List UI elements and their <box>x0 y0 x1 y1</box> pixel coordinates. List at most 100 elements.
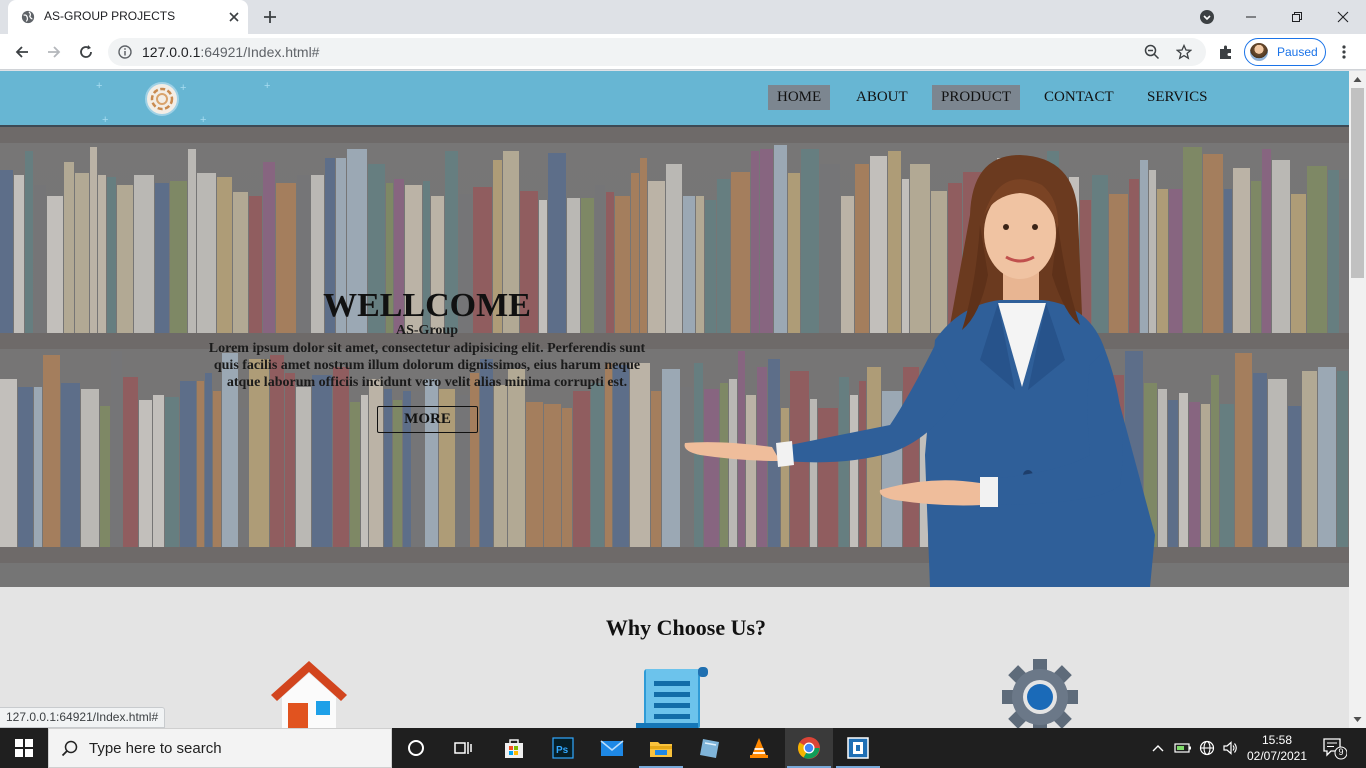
sparkle-icon: + <box>264 80 271 92</box>
status-url-bubble: 127.0.0.1:64921/Index.html# <box>0 707 166 728</box>
battery-icon <box>1174 743 1191 753</box>
info-icon[interactable] <box>118 45 132 59</box>
more-button[interactable]: MORE <box>377 406 478 433</box>
new-tab-icon[interactable] <box>261 8 279 26</box>
reload-button[interactable] <box>76 42 96 62</box>
start-button[interactable] <box>0 728 48 768</box>
scroll-up-icon[interactable] <box>1353 75 1362 84</box>
chrome-icon <box>798 737 820 759</box>
photoshop-app[interactable]: Ps <box>539 728 587 768</box>
clock-date: 02/07/2021 <box>1246 749 1308 763</box>
hero-description: Lorem ipsum dolor sit amet, consectetur … <box>208 341 646 390</box>
chrome-app[interactable] <box>785 728 833 768</box>
system-clock[interactable]: 15:58 02/07/2021 <box>1244 732 1310 764</box>
globe-network-icon <box>1199 740 1215 756</box>
url-host: 127.0.0.1 <box>142 44 201 60</box>
mail-app[interactable] <box>588 728 636 768</box>
back-button[interactable] <box>12 42 32 62</box>
cortana-button[interactable] <box>392 728 440 768</box>
logo-area: + + + + + <box>92 79 270 126</box>
store-icon <box>505 739 523 758</box>
windows-logo-icon <box>15 739 33 757</box>
scroll-down-icon[interactable] <box>1353 715 1362 724</box>
arrow-left-icon <box>15 46 28 58</box>
nav-product[interactable]: PRODUCT <box>932 85 1021 110</box>
sparkle-icon: + <box>96 80 103 92</box>
zoom-icon[interactable] <box>1144 44 1160 60</box>
sparkle-icon: + <box>180 82 187 94</box>
clock-time: 15:58 <box>1261 733 1293 747</box>
forward-button[interactable] <box>44 42 64 62</box>
site-navbar: + + + + + HOME ABOUT PRODUCT CONTACT SER… <box>0 71 1349 127</box>
restore-button[interactable] <box>1274 0 1320 34</box>
bookmark-star-icon[interactable] <box>1176 44 1192 60</box>
nav-about[interactable]: ABOUT <box>847 85 917 110</box>
globe-icon <box>21 10 35 24</box>
logo-emblem-icon <box>150 87 174 111</box>
nav-home[interactable]: HOME <box>768 85 831 110</box>
file-explorer-app[interactable] <box>637 728 685 768</box>
close-window-button[interactable] <box>1320 0 1366 34</box>
notification-count: 9 <box>1338 747 1344 757</box>
nav-services[interactable]: SERVICS <box>1138 85 1216 110</box>
menu-button[interactable] <box>1334 42 1354 62</box>
close-icon <box>1337 11 1349 23</box>
hero-subtitle: AS-Group <box>396 323 458 338</box>
notifications-button[interactable]: 9 <box>1318 728 1350 768</box>
browser-toolbar: 127.0.0.1:64921/Index.html# Paused <box>0 34 1366 70</box>
puzzle-icon <box>1220 45 1231 59</box>
url-text[interactable]: 127.0.0.1:64921/Index.html# <box>142 44 319 60</box>
sparkle-icon: + <box>200 114 207 126</box>
profile-paused-button[interactable]: Paused <box>1244 38 1326 66</box>
vlc-app[interactable] <box>735 728 783 768</box>
show-hidden-icons-button[interactable] <box>1148 728 1168 768</box>
speaker-icon <box>1223 741 1237 755</box>
page-viewport: + + + + + HOME ABOUT PRODUCT CONTACT SER… <box>0 71 1349 728</box>
why-choose-us-heading: Why Choose Us? <box>605 615 767 640</box>
sparkle-icon: + <box>102 114 109 126</box>
restore-icon <box>1292 12 1302 22</box>
volume-tray[interactable] <box>1219 728 1241 768</box>
arrow-right-icon <box>48 46 61 58</box>
nav-contact[interactable]: CONTACT <box>1035 85 1123 110</box>
taskbar-search-box[interactable]: Type here to search <box>48 728 392 768</box>
photoshop-icon: Ps <box>552 737 574 759</box>
cortana-icon <box>408 740 424 756</box>
gear-icon <box>1002 659 1078 728</box>
document-scroll-icon <box>636 667 708 728</box>
notes-app[interactable] <box>686 728 734 768</box>
hero-title: WELLCOME <box>323 287 531 324</box>
tab-title: AS-GROUP PROJECTS <box>44 9 176 23</box>
vlc-icon <box>750 738 768 758</box>
snip-tool-app[interactable] <box>834 728 882 768</box>
task-view-icon <box>454 742 472 754</box>
notes-icon <box>700 739 719 758</box>
house-icon <box>271 661 347 728</box>
chevron-up-icon <box>1152 745 1164 752</box>
mail-icon <box>600 740 624 756</box>
svg-text:Ps: Ps <box>556 745 569 756</box>
browser-tab[interactable]: AS-GROUP PROJECTS <box>8 0 248 34</box>
tab-strip: AS-GROUP PROJECTS <box>0 0 1366 34</box>
battery-tray[interactable] <box>1172 728 1194 768</box>
page-scrollbar[interactable] <box>1349 71 1366 728</box>
site-logo[interactable] <box>145 82 179 116</box>
more-vertical-icon <box>1342 45 1346 59</box>
network-tray[interactable] <box>1196 728 1218 768</box>
profile-status: Paused <box>1277 45 1318 59</box>
search-placeholder: Type here to search <box>89 740 222 757</box>
minimize-button[interactable] <box>1228 0 1274 34</box>
reload-icon <box>80 45 92 58</box>
hero-banner: WELLCOME AS-Group Lorem ipsum dolor sit … <box>0 127 1349 587</box>
task-view-button[interactable] <box>440 728 488 768</box>
businesswoman-image <box>684 155 1155 587</box>
snip-tool-icon <box>847 737 869 759</box>
minimize-icon <box>1246 16 1256 18</box>
address-bar[interactable]: 127.0.0.1:64921/Index.html# <box>108 38 1206 66</box>
scroll-thumb[interactable] <box>1351 88 1364 278</box>
close-tab-icon[interactable] <box>226 9 242 25</box>
extensions-button[interactable] <box>1216 42 1236 62</box>
search-icon <box>61 740 78 757</box>
tab-search-icon[interactable] <box>1199 9 1215 25</box>
store-app[interactable] <box>490 728 538 768</box>
